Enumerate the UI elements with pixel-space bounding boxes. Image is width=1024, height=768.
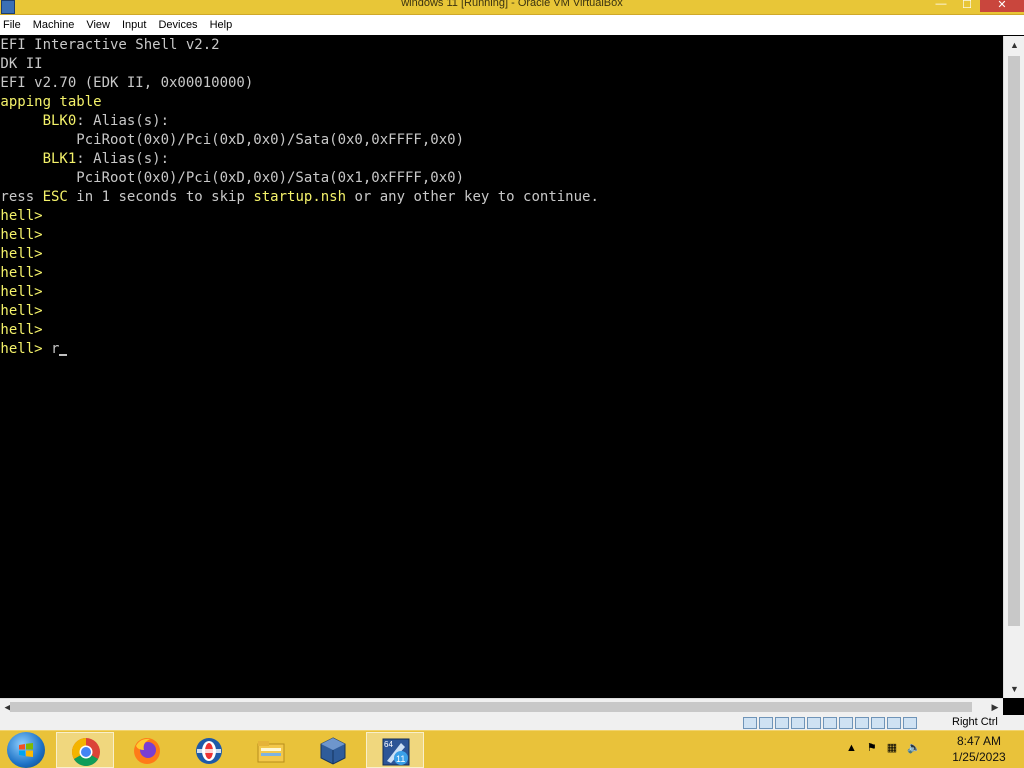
console-line: Mapping table bbox=[0, 94, 102, 110]
show-hidden-icons-icon[interactable]: ▲ bbox=[846, 742, 857, 754]
menu-file[interactable]: File bbox=[0, 19, 30, 31]
menu-devices[interactable]: Devices bbox=[155, 19, 206, 31]
vertical-scroll-thumb[interactable] bbox=[1008, 56, 1020, 626]
console-line: Shell> bbox=[0, 303, 43, 319]
firefox-icon bbox=[134, 738, 160, 764]
chrome-icon bbox=[72, 738, 100, 766]
vm-display-console[interactable]: UEFI Interactive Shell v2.2 EDK II UEFI v2… bbox=[0, 36, 1003, 698]
menu-machine[interactable]: Machine bbox=[30, 19, 84, 31]
console-line: PciRoot(0x0)/Pci(0xD,0x0)/Sata(0x1,0xFFF… bbox=[0, 170, 465, 186]
taskbar-chrome[interactable] bbox=[56, 732, 114, 768]
text-cursor bbox=[59, 354, 68, 356]
network-icon[interactable]: ▦ bbox=[887, 741, 897, 754]
network-icon[interactable] bbox=[791, 717, 805, 729]
console-line: Shell> bbox=[0, 322, 43, 338]
scroll-right-icon[interactable]: ▶ bbox=[987, 699, 1003, 715]
scroll-up-icon[interactable]: ▲ bbox=[1004, 36, 1024, 54]
hard-disk-icon[interactable] bbox=[743, 717, 757, 729]
vm-windows11-icon: 64 11 bbox=[382, 738, 410, 766]
optical-drive-icon[interactable] bbox=[759, 717, 773, 729]
windows-logo-icon bbox=[19, 743, 33, 757]
action-center-flag-icon[interactable]: ⚑ bbox=[867, 741, 877, 754]
host-key-label: Right Ctrl bbox=[952, 716, 998, 728]
menu-help[interactable]: Help bbox=[207, 19, 242, 31]
horizontal-scroll-thumb[interactable] bbox=[10, 702, 972, 712]
console-line: PciRoot(0x0)/Pci(0xD,0x0)/Sata(0x0,0xFFF… bbox=[0, 132, 465, 148]
menu-input[interactable]: Input bbox=[119, 19, 155, 31]
console-input-line[interactable]: Shell> r bbox=[0, 340, 1003, 359]
console-line: Press ESC in 1 seconds to skip startup.n… bbox=[0, 189, 599, 205]
mouse-integration-icon[interactable] bbox=[887, 717, 901, 729]
taskbar-file-explorer[interactable] bbox=[242, 732, 300, 768]
video-capture-icon[interactable] bbox=[855, 717, 869, 729]
console-line: BLK0: Alias(s): bbox=[42, 113, 170, 129]
maximize-button[interactable]: ☐ bbox=[954, 0, 980, 12]
console-line: Shell> bbox=[0, 265, 43, 281]
close-button[interactable]: ✕ bbox=[980, 0, 1024, 12]
console-line: UEFI Interactive Shell v2.2 bbox=[0, 37, 220, 53]
cpu-icon[interactable] bbox=[871, 717, 885, 729]
scroll-down-icon[interactable]: ▼ bbox=[1004, 680, 1024, 698]
start-button[interactable] bbox=[7, 732, 45, 768]
display-icon[interactable] bbox=[839, 717, 853, 729]
console-line: Shell> bbox=[0, 284, 43, 300]
taskbar-vm-windows11[interactable]: 64 11 bbox=[366, 732, 424, 768]
clock-time: 8:47 AM bbox=[956, 734, 1002, 748]
vertical-scrollbar[interactable]: ▲ ▼ bbox=[1003, 36, 1024, 698]
shared-folders-icon[interactable] bbox=[823, 717, 837, 729]
menu-bar: File Machine View Input Devices Help bbox=[0, 15, 1024, 35]
vm-arch-text: 64 bbox=[384, 740, 393, 749]
console-line: Shell> bbox=[0, 246, 43, 262]
system-tray: ▲ ⚑ ▦ 🔈 bbox=[846, 741, 921, 755]
vm-badge-text: 11 bbox=[396, 754, 405, 764]
windows-taskbar: 64 11 ▲ ⚑ ▦ 🔈 8:47 AM 1/25/2023 bbox=[0, 730, 1024, 768]
window-title: windows 11 [Running] - Oracle VM Virtual… bbox=[401, 0, 623, 9]
taskbar-virtualbox[interactable] bbox=[304, 732, 362, 768]
console-line: EDK II bbox=[0, 56, 43, 72]
console-line: Shell> bbox=[0, 208, 43, 224]
taskbar-firefox[interactable] bbox=[118, 732, 176, 768]
minimize-button[interactable]: — bbox=[928, 0, 954, 12]
console-typed-input: r bbox=[42, 341, 60, 357]
console-line: UEFI v2.70 (EDK II, 0x00010000) bbox=[0, 75, 254, 91]
menu-view[interactable]: View bbox=[83, 19, 119, 31]
horizontal-scrollbar[interactable]: ◀ ▶ bbox=[0, 698, 1003, 715]
volume-icon[interactable]: 🔈 bbox=[907, 741, 921, 754]
taskbar-opera[interactable] bbox=[180, 732, 238, 768]
clock-date: 1/25/2023 bbox=[952, 750, 1006, 764]
taskbar-clock[interactable]: 8:47 AM 1/25/2023 bbox=[946, 733, 1012, 765]
usb-icon[interactable] bbox=[807, 717, 821, 729]
window-title-bar[interactable]: windows 11 [Running] - Oracle VM Virtual… bbox=[0, 0, 1024, 15]
console-line: Shell> bbox=[0, 227, 43, 243]
keyboard-icon[interactable] bbox=[903, 717, 917, 729]
opera-icon bbox=[196, 738, 222, 764]
virtualbox-icon bbox=[320, 737, 346, 765]
file-explorer-icon bbox=[257, 741, 285, 763]
audio-icon[interactable] bbox=[775, 717, 789, 729]
console-line: BLK1: Alias(s): bbox=[42, 151, 170, 167]
